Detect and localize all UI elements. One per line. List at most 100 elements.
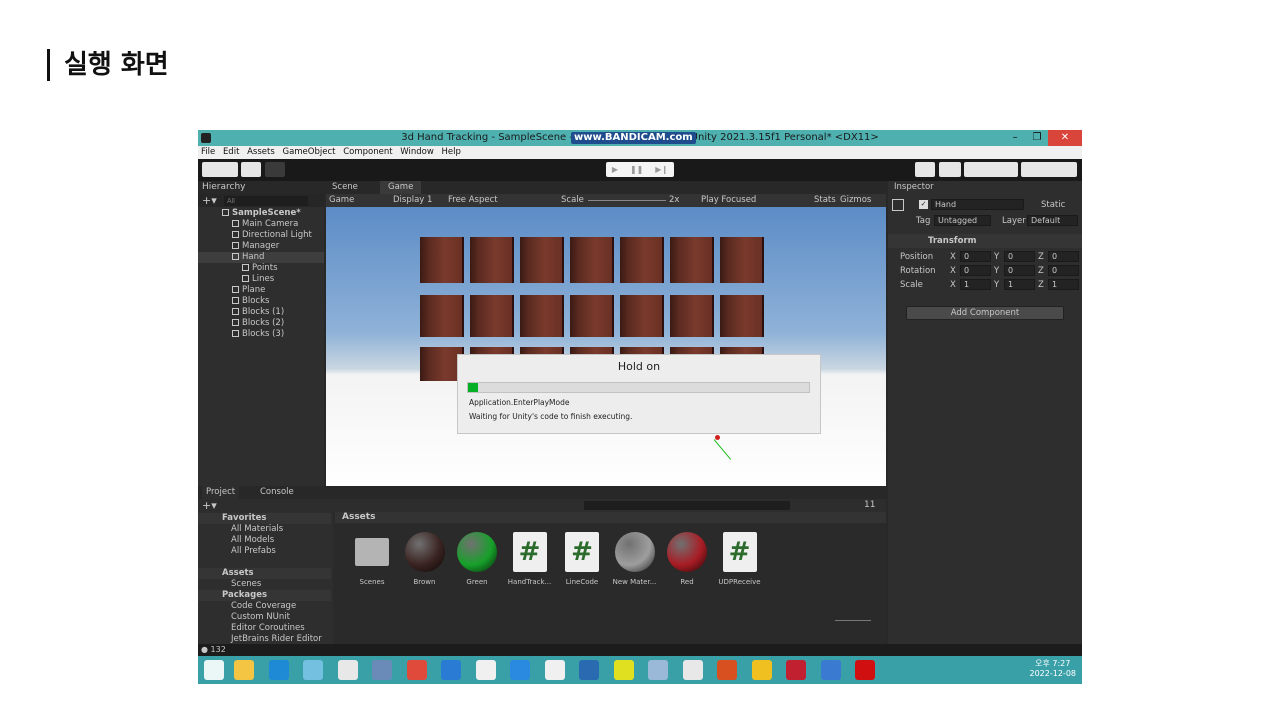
- add-icon[interactable]: +▾: [202, 194, 217, 207]
- search-button[interactable]: [939, 162, 961, 177]
- layout-dropdown[interactable]: [1021, 162, 1077, 177]
- document-icon[interactable]: [475, 660, 496, 680]
- thumbnail-size-slider[interactable]: [835, 620, 871, 621]
- kakaotalk-icon[interactable]: [751, 660, 772, 680]
- transform-header[interactable]: [888, 234, 1082, 248]
- layers-dropdown[interactable]: [964, 162, 1018, 177]
- hierarchy-item[interactable]: SampleScene*: [198, 208, 324, 219]
- asset-subfolder[interactable]: Scenes: [198, 579, 261, 590]
- asset-tile[interactable]: Red: [662, 532, 712, 586]
- document-icon[interactable]: [544, 660, 565, 680]
- cloud-button[interactable]: [241, 162, 261, 177]
- hierarchy-item[interactable]: Blocks (1): [198, 307, 324, 318]
- chrome-icon[interactable]: [406, 660, 427, 680]
- asset-breadcrumb[interactable]: Assets: [335, 512, 886, 523]
- asset-tile[interactable]: New Mater...: [610, 532, 660, 586]
- transform-x-field[interactable]: 0: [960, 265, 991, 276]
- transform-z-field[interactable]: 0: [1048, 251, 1079, 262]
- aspect-dropdown[interactable]: Free Aspect: [448, 194, 498, 207]
- hierarchy-item[interactable]: Blocks (2): [198, 318, 324, 329]
- transform-x-field[interactable]: 0: [960, 251, 991, 262]
- hierarchy-item[interactable]: Lines: [198, 274, 324, 285]
- static-checkbox-label[interactable]: Static: [1041, 199, 1065, 211]
- hierarchy-tab[interactable]: Hierarchy: [202, 182, 246, 192]
- pause-icon[interactable]: ❚❚: [630, 165, 643, 174]
- app-icon[interactable]: [717, 660, 737, 680]
- asset-tile[interactable]: Green: [452, 532, 502, 586]
- unity-hub-icon[interactable]: [337, 660, 358, 680]
- app-icon[interactable]: [786, 660, 806, 680]
- menu-file[interactable]: File: [201, 147, 215, 157]
- assets-folder[interactable]: Assets: [198, 568, 331, 579]
- asset-tile[interactable]: # LineCode: [557, 532, 607, 586]
- bandicam-record-icon[interactable]: [855, 660, 875, 680]
- hierarchy-item[interactable]: Blocks: [198, 296, 324, 307]
- folder-icon[interactable]: [303, 660, 323, 680]
- menu-assets[interactable]: Assets: [247, 147, 275, 157]
- edge-icon[interactable]: [268, 660, 289, 680]
- hierarchy-item[interactable]: Hand: [198, 252, 324, 263]
- hidden-packages-count[interactable]: 11: [864, 499, 875, 512]
- display-dropdown[interactable]: Display 1: [393, 194, 432, 207]
- transform-z-field[interactable]: 1: [1048, 279, 1079, 290]
- menu-gameobject[interactable]: GameObject: [282, 147, 335, 157]
- history-button[interactable]: [915, 162, 935, 177]
- project-search-input[interactable]: [584, 501, 790, 510]
- asset-tile[interactable]: # HandTrack...: [505, 532, 555, 586]
- packages-folder[interactable]: Packages: [198, 590, 331, 601]
- hierarchy-item[interactable]: Points: [198, 263, 324, 274]
- hierarchy-item[interactable]: Main Camera: [198, 219, 324, 230]
- gizmos-dropdown[interactable]: Gizmos: [840, 194, 871, 207]
- favorites-header[interactable]: Favorites: [198, 513, 331, 524]
- minimize-button[interactable]: –: [1004, 130, 1026, 146]
- collab-button[interactable]: [265, 162, 285, 177]
- transform-y-field[interactable]: 1: [1004, 279, 1035, 290]
- hierarchy-item[interactable]: Blocks (3): [198, 329, 324, 340]
- game-viewport[interactable]: Hold on Application.EnterPlayMode Waitin…: [326, 207, 886, 486]
- create-icon[interactable]: +▾: [202, 499, 217, 512]
- menu-help[interactable]: Help: [441, 147, 460, 157]
- transform-y-field[interactable]: 0: [1004, 251, 1035, 262]
- pycharm-icon[interactable]: [613, 660, 634, 680]
- scale-slider[interactable]: [588, 200, 666, 201]
- app-icon[interactable]: [648, 660, 668, 680]
- add-component-button[interactable]: Add Component: [906, 306, 1064, 320]
- inspector-tab[interactable]: Inspector: [894, 181, 934, 193]
- favorite-item[interactable]: All Materials: [198, 524, 283, 535]
- package-folder[interactable]: Code Coverage: [198, 601, 296, 612]
- game-mode-dropdown[interactable]: Game: [329, 194, 354, 207]
- favorite-item[interactable]: All Prefabs: [198, 546, 276, 557]
- app-icon[interactable]: [579, 660, 599, 680]
- play-icon[interactable]: ▶: [612, 165, 618, 174]
- layer-dropdown[interactable]: Default: [1027, 215, 1078, 226]
- tab-console[interactable]: Console: [260, 486, 294, 499]
- asset-tile[interactable]: Brown: [400, 532, 450, 586]
- tab-game[interactable]: Game: [380, 181, 422, 194]
- tab-scene[interactable]: Scene: [332, 181, 358, 194]
- stats-button[interactable]: Stats: [814, 194, 836, 207]
- hierarchy-item[interactable]: Directional Light: [198, 230, 324, 241]
- windows-start-icon[interactable]: [204, 660, 224, 680]
- app-icon[interactable]: [372, 660, 392, 680]
- hierarchy-item[interactable]: Manager: [198, 241, 324, 252]
- tab-project[interactable]: Project: [202, 486, 240, 499]
- file-explorer-icon[interactable]: [234, 660, 254, 680]
- package-folder[interactable]: Editor Coroutines: [198, 623, 305, 634]
- asset-tile[interactable]: Scenes: [347, 532, 397, 586]
- transform-y-field[interactable]: 0: [1004, 265, 1035, 276]
- maximize-button[interactable]: ❐: [1026, 130, 1048, 146]
- vscode-icon[interactable]: [441, 660, 461, 680]
- play-focused-dropdown[interactable]: Play Focused: [701, 194, 756, 207]
- close-button[interactable]: ✕: [1048, 130, 1082, 146]
- favorite-item[interactable]: All Models: [198, 535, 274, 546]
- transform-x-field[interactable]: 1: [960, 279, 991, 290]
- menu-edit[interactable]: Edit: [223, 147, 239, 157]
- unity-icon[interactable]: [682, 660, 703, 680]
- hierarchy-search-input[interactable]: [224, 196, 308, 206]
- internet-explorer-icon[interactable]: [510, 660, 530, 680]
- active-checkbox[interactable]: ✓: [919, 200, 928, 209]
- step-icon[interactable]: ▶❙: [655, 165, 668, 174]
- transform-z-field[interactable]: 0: [1048, 265, 1079, 276]
- tag-dropdown[interactable]: Untagged: [934, 215, 991, 226]
- system-clock[interactable]: 오후 7:27 2022-12-08: [1030, 659, 1077, 679]
